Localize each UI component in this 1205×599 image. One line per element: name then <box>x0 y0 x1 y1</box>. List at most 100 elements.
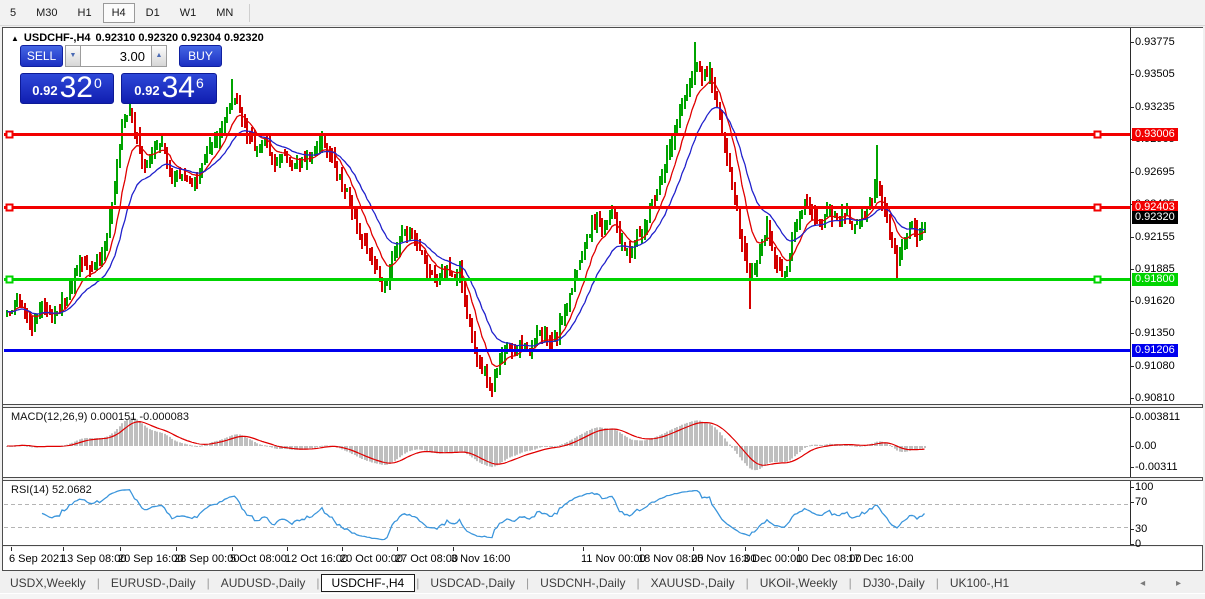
price-tick-label: 0.92155 <box>1135 231 1175 243</box>
axis-tick-mark <box>1130 107 1134 108</box>
chart-tab-xauusd-daily[interactable]: XAUUSD-,Daily <box>641 575 745 591</box>
chart-tab-audusd-daily[interactable]: AUDUSD-,Daily <box>211 575 316 591</box>
chart-tab-uk100-h1[interactable]: UK100-,H1 <box>940 575 1019 591</box>
axis-tick-mark <box>1130 502 1134 503</box>
chart-tab-usdchf-h4[interactable]: USDCHF-,H4 <box>321 574 416 592</box>
chart-tab-eurusd-daily[interactable]: EURUSD-,Daily <box>101 575 206 591</box>
buy-button[interactable]: BUY <box>179 45 222 67</box>
macd-tick-label: 0.00 <box>1135 440 1156 452</box>
axis-tick-mark <box>1130 333 1134 334</box>
chart-tab-bar: USDX,Weekly|EURUSD-,Daily|AUDUSD-,Daily|… <box>0 573 1205 593</box>
date-tick-mark <box>798 547 799 551</box>
axis-tick-mark <box>1130 467 1134 468</box>
chart-title: ▲ USDCHF-,H4 0.92310 0.92320 0.92304 0.9… <box>11 32 264 44</box>
date-tick-label: 5 Oct 08:00 <box>230 553 287 565</box>
chart-tab-usdcad-daily[interactable]: USDCAD-,Daily <box>420 575 525 591</box>
date-tick-mark <box>120 547 121 551</box>
ohlc-values: 0.92310 0.92320 0.92304 0.92320 <box>96 32 264 44</box>
chevron-down-icon: ▼ <box>70 52 77 59</box>
buy-price-big: 34 <box>162 74 195 102</box>
chart-tab-usdx-weekly[interactable]: USDX,Weekly <box>0 575 96 591</box>
date-tick-label: 3 Dec 00:00 <box>743 553 802 565</box>
buy-price-sup: 6 <box>196 76 204 90</box>
price-tick-label: 0.93775 <box>1135 36 1175 48</box>
date-tick-mark <box>342 547 343 551</box>
axis-tick-mark <box>1130 269 1134 270</box>
date-tick-mark <box>693 547 694 551</box>
one-click-trading-panel: SELL ▼ ▲ BUY 0.92 32 0 0.92 34 6 <box>17 45 223 135</box>
date-tick-label: 17 Dec 16:00 <box>848 553 913 565</box>
axis-tick-mark <box>1130 366 1134 367</box>
axis-tick-mark <box>1130 544 1134 545</box>
date-tick-mark <box>232 547 233 551</box>
tab-scroll-arrows[interactable]: ◂ ▸ <box>1140 578 1195 589</box>
axis-tick-mark <box>1130 301 1134 302</box>
hline-price-label: 0.91800 <box>1132 273 1178 286</box>
price-tick-label: 0.91620 <box>1135 295 1175 307</box>
status-strip <box>0 593 1205 599</box>
date-tick-mark <box>397 547 398 551</box>
sell-price-prefix: 0.92 <box>32 83 57 98</box>
axis-tick-mark <box>1130 237 1134 238</box>
hline-price-label: 0.93006 <box>1132 128 1178 141</box>
axis-tick-mark <box>1130 398 1134 399</box>
date-tick-mark <box>850 547 851 551</box>
date-axis[interactable]: 6 Sep 202113 Sep 08:0020 Sep 16:0028 Sep… <box>3 547 1130 570</box>
date-tick-mark <box>287 547 288 551</box>
timeframe-button-5[interactable]: 5 <box>1 3 25 23</box>
date-tick-label: 6 Sep 2021 <box>9 553 65 565</box>
timeframe-button-d1[interactable]: D1 <box>137 3 169 23</box>
sell-price-display[interactable]: 0.92 32 0 <box>20 73 114 104</box>
price-tick-label: 0.92695 <box>1135 166 1175 178</box>
hline-price-label: 0.91206 <box>1132 344 1178 357</box>
trading-terminal: 5M30H1H4D1W1MN ▲ USDCHF-,H4 0.92310 0.92… <box>0 0 1205 598</box>
symbol-period-label: USDCHF-,H4 <box>24 32 91 44</box>
date-tick-label: 27 Oct 08:00 <box>395 553 458 565</box>
date-tick-label: 13 Sep 08:00 <box>61 553 126 565</box>
rsi-label: RSI(14) 52.0682 <box>11 484 92 496</box>
buy-price-prefix: 0.92 <box>134 83 159 98</box>
volume-decrease-button[interactable]: ▼ <box>65 45 81 67</box>
macd-label: MACD(12,26,9) 0.000151 -0.000083 <box>11 411 189 423</box>
chart-tab-usdcnh-daily[interactable]: USDCNH-,Daily <box>530 575 635 591</box>
date-tick-mark <box>453 547 454 551</box>
date-tick-mark <box>176 547 177 551</box>
timeframe-button-w1[interactable]: W1 <box>171 3 206 23</box>
macd-tick-label: -0.00311 <box>1135 461 1178 473</box>
rsi-tick-label: 0 <box>1135 538 1141 550</box>
macd-tick-label: 0.003811 <box>1135 411 1180 423</box>
timeframe-button-mn[interactable]: MN <box>207 3 242 23</box>
rsi-indicator-chart[interactable] <box>4 481 1130 545</box>
date-tick-mark <box>745 547 746 551</box>
chart-window: ▲ USDCHF-,H4 0.92310 0.92320 0.92304 0.9… <box>2 27 1203 571</box>
timeframe-button-h1[interactable]: H1 <box>69 3 101 23</box>
volume-input[interactable] <box>81 45 151 67</box>
axis-tick-mark <box>1130 529 1134 530</box>
sell-price-sup: 0 <box>94 76 102 90</box>
date-tick-mark <box>583 547 584 551</box>
timeframe-toolbar: 5M30H1H4D1W1MN <box>0 0 1205 26</box>
date-tick-mark <box>63 547 64 551</box>
volume-increase-button[interactable]: ▲ <box>151 45 167 67</box>
timeframe-button-h4[interactable]: H4 <box>103 3 135 23</box>
price-tick-label: 0.90810 <box>1135 392 1175 404</box>
date-tick-mark <box>640 547 641 551</box>
price-tick-label: 0.93235 <box>1135 101 1175 113</box>
date-tick-label: 12 Oct 16:00 <box>285 553 348 565</box>
buy-price-display[interactable]: 0.92 34 6 <box>121 73 217 104</box>
price-tick-label: 0.93505 <box>1135 68 1175 80</box>
date-tick-label: 20 Oct 00:00 <box>340 553 403 565</box>
chart-tab-ukoil-weekly[interactable]: UKOil-,Weekly <box>750 575 848 591</box>
rsi-tick-label: 70 <box>1135 496 1147 508</box>
sell-price-big: 32 <box>60 74 93 102</box>
rsi-tick-label: 30 <box>1135 523 1147 535</box>
date-tick-label: 11 Nov 00:00 <box>581 553 646 565</box>
sell-button[interactable]: SELL <box>20 45 63 67</box>
collapse-panel-icon[interactable]: ▲ <box>11 34 19 43</box>
rsi-tick-label: 100 <box>1135 481 1153 493</box>
axis-tick-mark <box>1130 74 1134 75</box>
axis-tick-mark <box>1130 172 1134 173</box>
chart-tab-dj30-daily[interactable]: DJ30-,Daily <box>853 575 935 591</box>
price-tick-label: 0.91350 <box>1135 327 1175 339</box>
timeframe-button-m30[interactable]: M30 <box>27 3 66 23</box>
